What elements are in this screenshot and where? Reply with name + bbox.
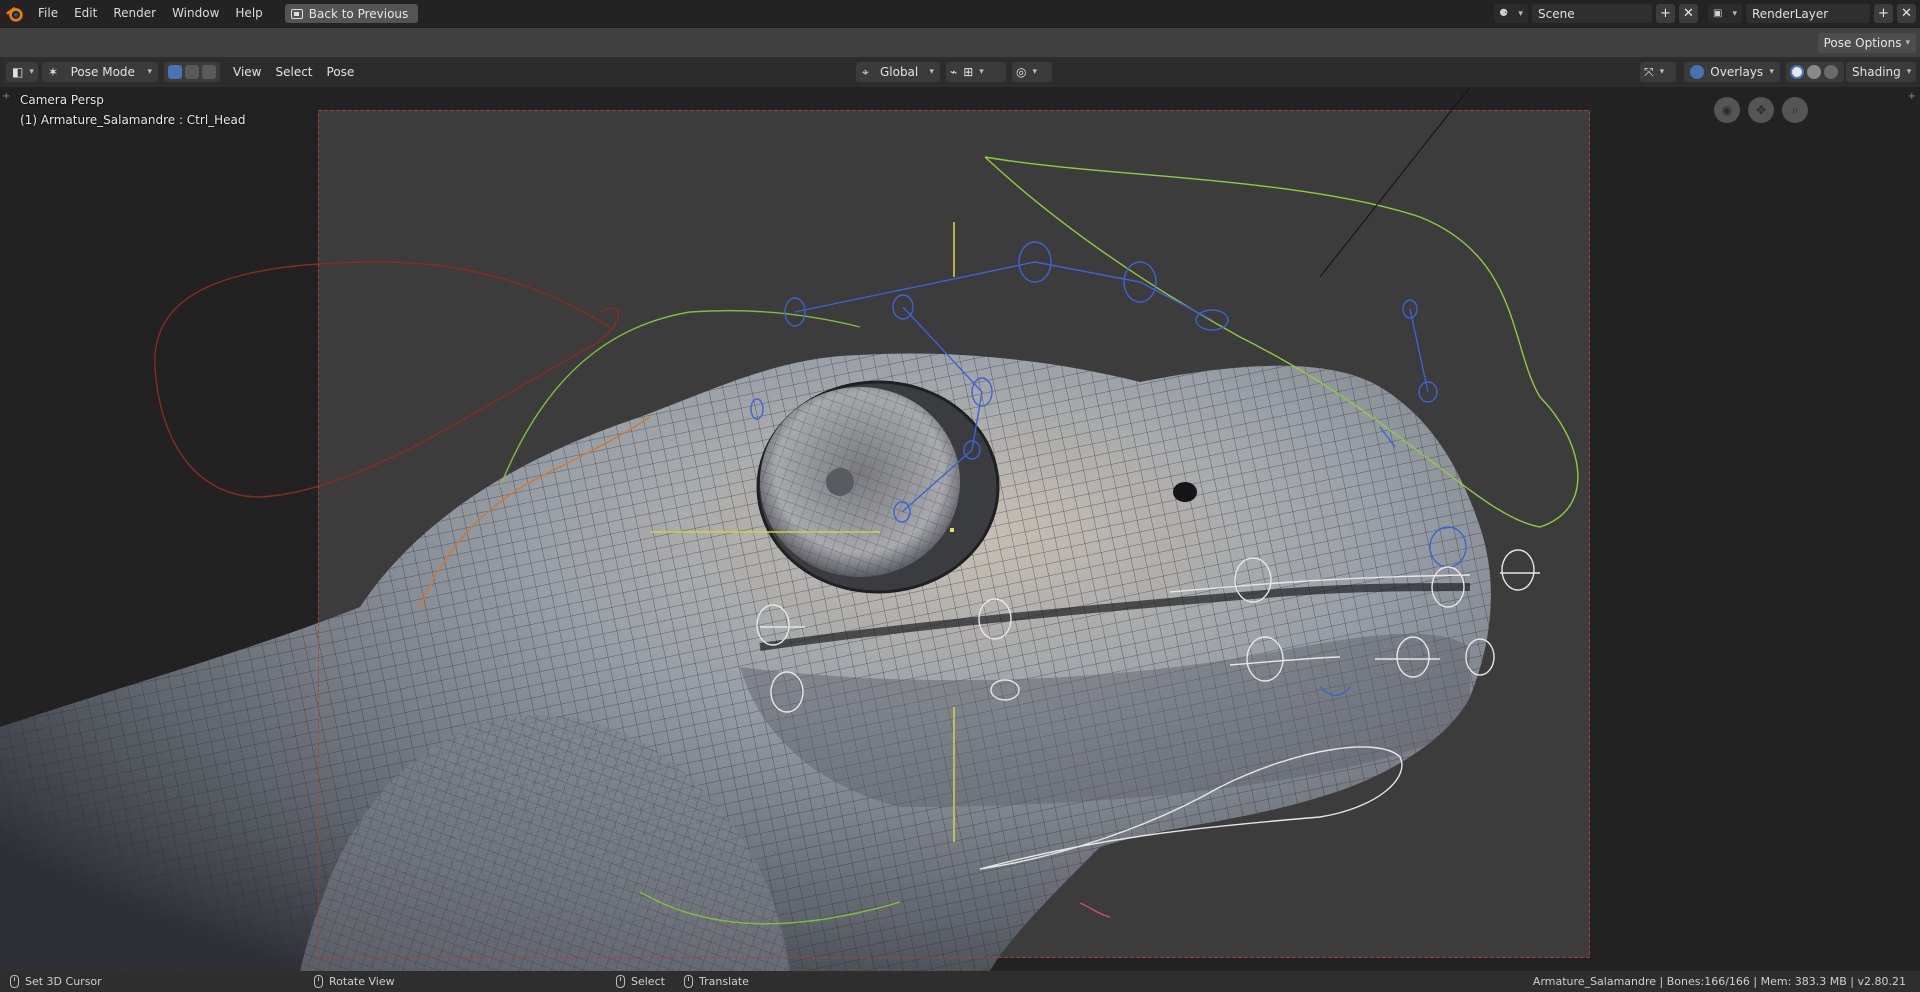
menu-select[interactable]: Select — [268, 62, 319, 82]
menu-view[interactable]: View — [226, 62, 268, 82]
mode-label: Pose Mode — [70, 65, 135, 79]
new-scene-button[interactable]: + — [1656, 4, 1675, 23]
chevron-down-icon: ▾ — [929, 67, 934, 77]
status-set-cursor: Set 3D Cursor — [10, 971, 102, 992]
pose-mode-icon: ✶ — [48, 65, 59, 79]
top-bar: File Edit Render Window Help Back to Pre… — [0, 0, 1920, 27]
chevron-down-icon: ▾ — [1518, 8, 1523, 19]
transform-orientation-label: Global — [879, 65, 919, 79]
menu-edit[interactable]: Edit — [66, 0, 105, 27]
active-object-label: (1) Armature_Salamandre : Ctrl_Head — [20, 113, 246, 127]
chevron-down-icon: ▾ — [29, 67, 34, 77]
scene-name-field[interactable]: Scene — [1532, 4, 1652, 23]
proportional-edit-dropdown[interactable]: ◎ ▾ — [1012, 62, 1052, 82]
gizmo-dropdown[interactable]: ⤧ ▾ — [1640, 62, 1676, 82]
lookdev-shading-icon[interactable] — [1807, 65, 1821, 79]
scene-browse-button[interactable]: ⚈ ▾ — [1494, 4, 1528, 23]
overlays-label: Overlays — [1710, 65, 1764, 79]
shading-mode-group — [1786, 62, 1844, 82]
view3d-icon: ◧ — [12, 65, 24, 79]
close-icon: ✕ — [1901, 6, 1912, 21]
selection-mode-group — [164, 62, 220, 82]
proportional-edit-icon: ◎ — [1016, 65, 1027, 79]
select-set-icon[interactable] — [168, 65, 182, 79]
rotate-view-label: Rotate View — [329, 975, 395, 988]
snap-increment-icon: ⊞ — [963, 65, 974, 79]
editor-type-button[interactable]: ◧ ▾ — [6, 62, 38, 82]
menu-help[interactable]: Help — [227, 0, 270, 27]
rendered-shading-icon[interactable] — [1824, 65, 1838, 79]
status-select: Select — [616, 971, 665, 992]
3d-viewport[interactable]: Camera Persp (1) Armature_Salamandre : C… — [0, 87, 1920, 971]
solid-shading-icon[interactable] — [1790, 65, 1804, 79]
status-bar: Set 3D Cursor Rotate View Select Transla… — [0, 971, 1920, 992]
move-view-gizmo-icon[interactable]: ✥ — [1748, 97, 1774, 123]
mode-selector[interactable]: ✶ Pose Mode ▾ — [42, 62, 158, 82]
sidebar-expand-icon[interactable]: + — [1908, 91, 1916, 102]
select-subtract-icon[interactable] — [202, 65, 216, 79]
screen-icon — [290, 8, 303, 19]
zoom-view-gizmo-icon[interactable]: ⌕ — [1782, 97, 1808, 123]
chevron-down-icon: ▾ — [1732, 8, 1737, 19]
plus-icon: + — [1878, 6, 1889, 21]
new-renderlayer-button[interactable]: + — [1874, 4, 1893, 23]
select-label: Select — [631, 975, 665, 988]
overlays-dropdown[interactable]: Overlays ▾ — [1684, 62, 1780, 82]
viewport-header: ◧ ▾ ✶ Pose Mode ▾ View Select Pose ⌖ Glob… — [0, 57, 1920, 87]
blender-logo-icon[interactable] — [0, 0, 30, 27]
navigation-gizmo: ◉ ✥ ⌕ — [1714, 97, 1808, 123]
chevron-down-icon: ▾ — [1906, 67, 1912, 77]
renderlayer-icon: ▣ — [1713, 8, 1723, 19]
scene-stats: Armature_Salamandre | Bones:166/166 | Me… — [1532, 975, 1906, 988]
pose-options-dropdown[interactable]: Pose Options ▾ — [1817, 33, 1916, 53]
chevron-down-icon: ▾ — [1769, 67, 1774, 77]
renderlayer-browse-button[interactable]: ▣ ▾ — [1708, 4, 1742, 23]
chevron-down-icon: ▾ — [1032, 67, 1038, 77]
menu-window[interactable]: Window — [164, 0, 227, 27]
delete-renderlayer-button[interactable]: ✕ — [1897, 4, 1916, 23]
translate-label: Translate — [699, 975, 749, 988]
mouse-middle-icon — [314, 975, 323, 988]
camera-view-label: Camera Persp — [20, 93, 104, 107]
toolbar-expand-icon[interactable]: + — [2, 91, 10, 102]
camera-view-gizmo-icon[interactable]: ◉ — [1714, 97, 1740, 123]
chevron-down-icon: ▾ — [147, 67, 152, 77]
orientation-icon: ⌖ — [862, 64, 869, 79]
renderlayer-name-field[interactable]: RenderLayer — [1746, 4, 1870, 23]
chevron-down-icon: ▾ — [1659, 67, 1665, 77]
back-to-previous-label: Back to Previous — [308, 6, 409, 21]
close-icon: ✕ — [1683, 6, 1694, 21]
status-rotate-view: Rotate View — [314, 971, 395, 992]
set-cursor-label: Set 3D Cursor — [25, 975, 102, 988]
snapping-group[interactable]: ⌁ ⊞ ▾ — [946, 62, 1006, 82]
plus-icon: + — [1660, 6, 1671, 21]
mouse-drag-icon — [684, 975, 693, 988]
menu-render[interactable]: Render — [105, 0, 164, 27]
mouse-right-icon — [616, 975, 625, 988]
viewport-scene — [0, 87, 1920, 971]
status-translate: Translate — [684, 971, 749, 992]
snap-toggle-icon: ⌁ — [950, 65, 958, 79]
gizmo-icon: ⤧ — [1644, 64, 1654, 79]
pose-options-label: Pose Options — [1823, 36, 1902, 50]
scene-icon: ⚈ — [1499, 8, 1509, 19]
overlays-icon — [1690, 65, 1704, 79]
chevron-down-icon: ▾ — [979, 67, 984, 77]
chevron-down-icon: ▾ — [1905, 38, 1910, 48]
transform-orientation-dropdown[interactable]: ⌖ Global ▾ — [856, 62, 940, 82]
select-extend-icon[interactable] — [185, 65, 199, 79]
shading-dropdown[interactable]: Shading ▾ — [1846, 62, 1916, 82]
workspace-selectors: ⚈ ▾ Scene + ✕ ▣ ▾ RenderLayer + ✕ — [1494, 0, 1920, 27]
back-to-previous-button[interactable]: Back to Previous — [284, 4, 419, 23]
mouse-left-icon — [10, 975, 19, 988]
menu-pose[interactable]: Pose — [320, 62, 362, 82]
shading-label: Shading — [1852, 65, 1901, 79]
delete-scene-button[interactable]: ✕ — [1679, 4, 1698, 23]
tool-settings-bar: Pose Options ▾ — [0, 27, 1920, 57]
menu-file[interactable]: File — [30, 0, 66, 27]
